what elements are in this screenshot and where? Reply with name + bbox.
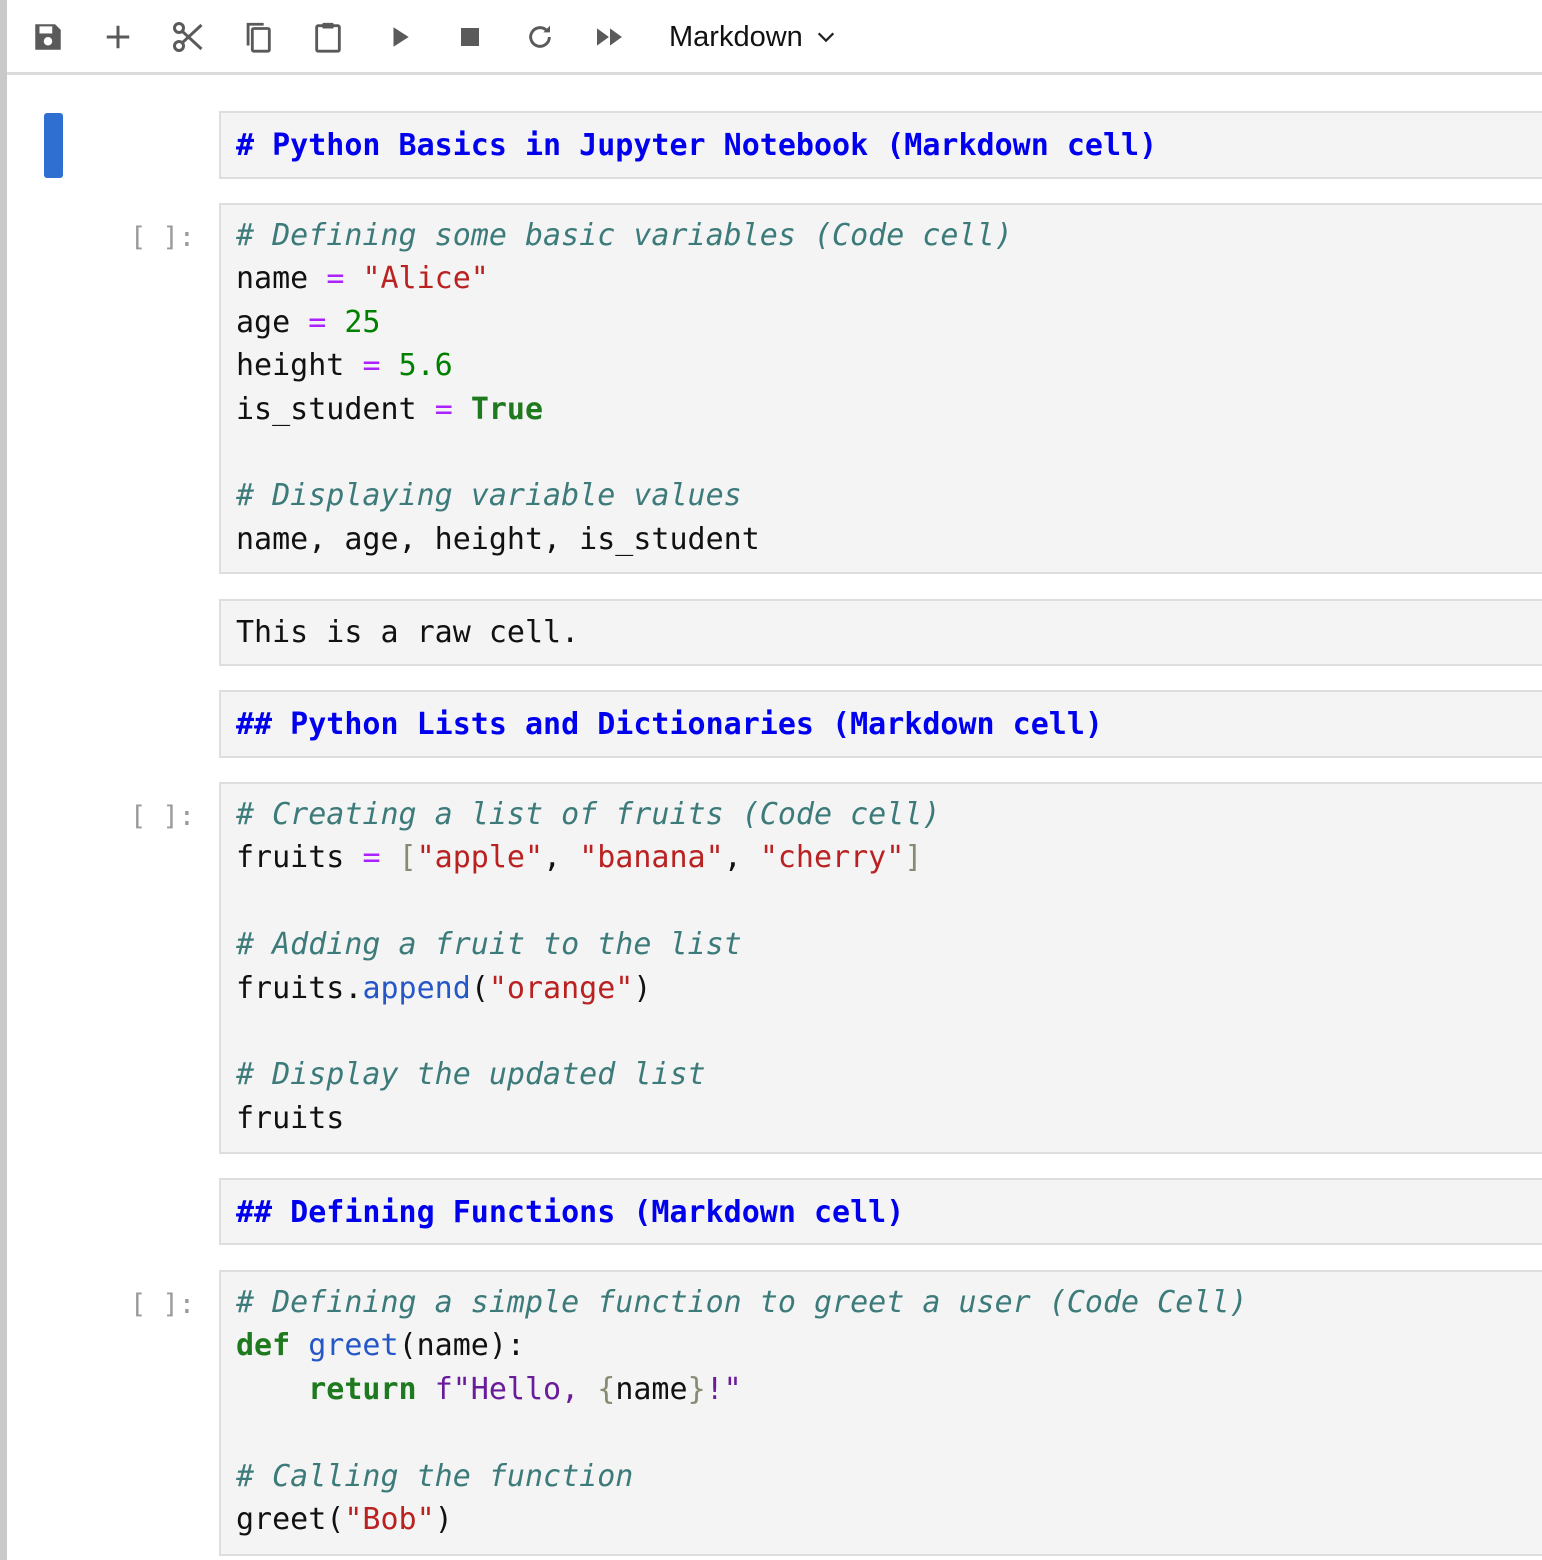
- stop-icon: [461, 28, 479, 46]
- code-line: def greet(name):: [236, 1328, 525, 1364]
- raw-cell[interactable]: This is a raw cell.: [219, 599, 1542, 666]
- raw-cell-text: This is a raw cell.: [236, 615, 580, 650]
- code-cell[interactable]: # Defining a simple function to greet a …: [219, 1270, 1542, 1556]
- code-line: # Displaying variable values: [236, 478, 742, 514]
- notebook-left-border: [0, 0, 7, 1560]
- code-cell[interactable]: # Defining some basic variables (Code ce…: [219, 203, 1542, 574]
- chevron-down-icon: [817, 32, 834, 43]
- fast-forward-icon: [597, 28, 622, 46]
- code-line: # Calling the function: [236, 1458, 634, 1494]
- code-line: name, age, height, is_student: [236, 521, 760, 557]
- code-line: height = 5.6: [236, 348, 453, 384]
- active-cell-indicator: [44, 113, 63, 178]
- cell-type-dropdown[interactable]: Markdown: [669, 12, 837, 62]
- play-icon: [393, 27, 409, 47]
- markdown-cell[interactable]: ## Python Lists and Dictionaries (Markdo…: [219, 690, 1542, 758]
- cut-button[interactable]: [165, 14, 211, 60]
- code-line: fruits.append("orange"): [236, 970, 652, 1006]
- code-line: greet("Bob"): [236, 1501, 453, 1537]
- code-line: # Defining a simple function to greet a …: [236, 1285, 1248, 1320]
- copy-button[interactable]: [235, 14, 281, 60]
- markdown-cell[interactable]: ## Defining Functions (Markdown cell): [219, 1178, 1542, 1245]
- code-cell[interactable]: # Creating a list of fruits (Code cell) …: [219, 782, 1542, 1154]
- markdown-cell[interactable]: # Python Basics in Jupyter Notebook (Mar…: [219, 111, 1542, 179]
- scissors-icon: [173, 22, 203, 52]
- code-line: is_student = True: [236, 391, 544, 427]
- code-line: fruits = ["apple", "banana", "cherry"]: [236, 840, 923, 876]
- markdown-heading: ## Defining Functions (Markdown cell): [236, 1195, 905, 1230]
- markdown-heading: # Python Basics in Jupyter Notebook (Mar…: [236, 128, 1158, 163]
- add-cell-button[interactable]: [95, 14, 141, 60]
- save-button[interactable]: [25, 14, 71, 60]
- copy-icon: [246, 22, 271, 53]
- cell-prompt: [ ]:: [130, 222, 196, 253]
- notebook-toolbar: Markdown: [7, 0, 1542, 75]
- interrupt-button[interactable]: [447, 14, 493, 60]
- code-line: # Adding a fruit to the list: [236, 927, 742, 963]
- paste-button[interactable]: [305, 14, 351, 60]
- cell-type-label: Markdown: [669, 20, 803, 53]
- code-line: # Creating a list of fruits (Code cell): [236, 797, 941, 832]
- code-line: age = 25: [236, 304, 381, 340]
- cell-prompt: [ ]:: [130, 801, 196, 832]
- clipboard-icon: [315, 22, 341, 53]
- code-line: return f"Hello, {name}!": [308, 1371, 742, 1407]
- plus-icon: [106, 25, 130, 49]
- markdown-heading: ## Python Lists and Dictionaries (Markdo…: [236, 707, 1103, 742]
- run-button[interactable]: [377, 14, 423, 60]
- code-line: fruits: [236, 1100, 345, 1136]
- run-all-button[interactable]: [587, 14, 633, 60]
- restart-kernel-button[interactable]: [517, 14, 563, 60]
- code-line: # Display the updated list: [236, 1057, 706, 1093]
- restart-icon: [529, 25, 551, 48]
- save-icon: [35, 24, 61, 50]
- cell-prompt: [ ]:: [130, 1289, 196, 1320]
- code-line: # Defining some basic variables (Code ce…: [236, 218, 1013, 253]
- code-line: name = "Alice": [236, 261, 489, 297]
